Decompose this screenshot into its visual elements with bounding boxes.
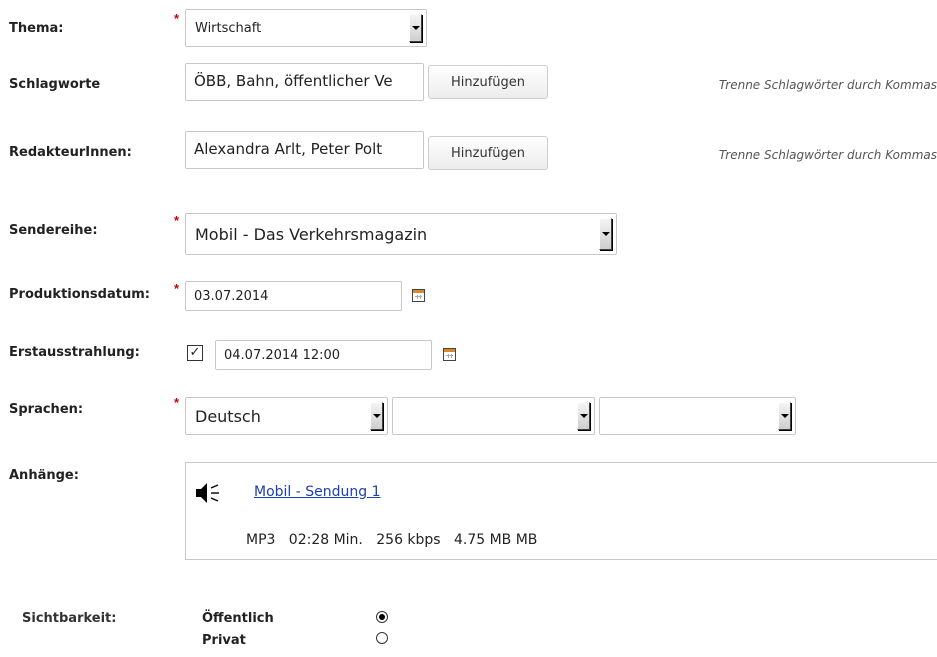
speaker-icon (194, 481, 222, 505)
redakteure-label: RedakteurInnen: (9, 145, 132, 160)
sprache-select-3[interactable] (599, 397, 796, 435)
attachment-duration: 02:28 Min. (288, 532, 363, 548)
attachment-format: MP3 (246, 532, 276, 548)
anhaenge-label: Anhänge: (9, 468, 79, 483)
chevron-down-icon[interactable] (778, 402, 791, 430)
produktionsdatum-input[interactable]: 03.07.2014 (185, 281, 402, 311)
sendereihe-select[interactable]: Mobil - Das Verkehrsmagazin (185, 213, 617, 255)
thema-select[interactable]: Wirtschaft (185, 9, 427, 47)
erstausstrahlung-input[interactable]: 04.07.2014 12:00 (215, 340, 432, 370)
redakteure-input[interactable]: Alexandra Arlt, Peter Polt (185, 131, 424, 169)
thema-select-value: Wirtschaft (195, 20, 262, 36)
attachment-box: Mobil - Sendung 1 MP3 02:28 Min. 256 kbp… (185, 462, 937, 560)
chevron-down-icon[interactable] (599, 218, 612, 250)
required-marker: * (174, 281, 180, 296)
thema-label: Thema: (9, 21, 64, 36)
visibility-option-public-radio[interactable] (376, 611, 388, 623)
redakteure-add-button[interactable]: Hinzufügen (428, 136, 548, 170)
attachment-link[interactable]: Mobil - Sendung 1 (254, 484, 381, 500)
attachment-meta: MP3 02:28 Min. 256 kbps 4.75 MB MB (246, 532, 537, 548)
sprache-select-2[interactable] (392, 397, 595, 435)
sichtbarkeit-label: Sichtbarkeit: (22, 611, 117, 626)
erstausstrahlung-checkbox[interactable]: ✓ (187, 345, 203, 361)
schlagworte-add-button[interactable]: Hinzufügen (428, 65, 548, 99)
sprache-select-value: Deutsch (195, 406, 261, 426)
redakteure-hint: Trenne Schlagwörter durch Kommas (718, 148, 937, 162)
attachment-bitrate: 256 kbps (376, 532, 441, 548)
sprache-select-1[interactable]: Deutsch (185, 397, 388, 435)
required-marker: * (174, 395, 180, 410)
attachment-size: 4.75 MB MB (453, 532, 538, 548)
sendereihe-label: Sendereihe: (9, 223, 98, 238)
produktionsdatum-label: Produktionsdatum: (9, 287, 150, 302)
schlagworte-hint: Trenne Schlagwörter durch Kommas (718, 78, 937, 92)
schlagworte-label: Schlagworte (9, 77, 101, 92)
erstausstrahlung-label: Erstausstrahlung: (9, 345, 140, 360)
visibility-option-private-label: Privat (202, 633, 246, 648)
required-marker: * (174, 11, 180, 26)
calendar-icon[interactable] (443, 348, 456, 361)
schlagworte-input[interactable]: ÖBB, Bahn, öffentlicher Ve (185, 63, 424, 101)
calendar-icon[interactable] (412, 289, 425, 302)
visibility-option-private-radio[interactable] (376, 632, 388, 644)
required-marker: * (174, 213, 180, 228)
chevron-down-icon[interactable] (409, 14, 422, 42)
visibility-option-public-label: Öffentlich (202, 611, 274, 626)
chevron-down-icon[interactable] (370, 402, 383, 430)
sendereihe-select-value: Mobil - Das Verkehrsmagazin (195, 224, 428, 244)
chevron-down-icon[interactable] (577, 402, 590, 430)
sprachen-label: Sprachen: (9, 402, 84, 417)
